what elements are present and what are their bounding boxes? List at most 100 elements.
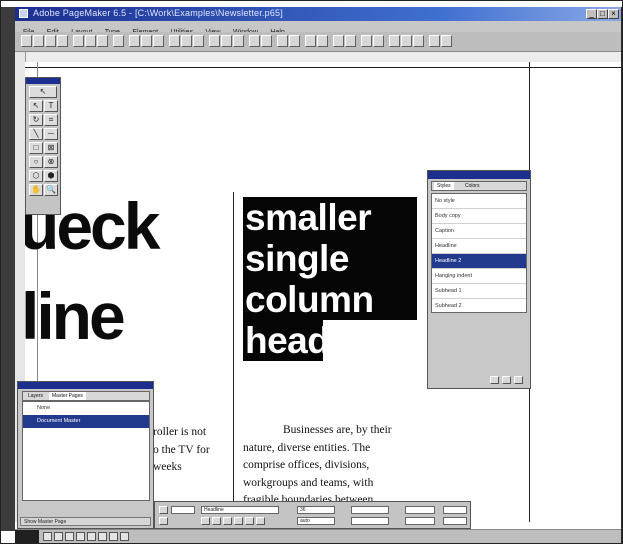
left-body-text[interactable]: roller is not o the TV for weeks <box>153 424 233 477</box>
new-style-button[interactable] <box>490 376 499 384</box>
style-item[interactable]: Subhead 1 <box>432 284 526 299</box>
actual-size-button[interactable] <box>345 35 356 47</box>
page-icon[interactable] <box>54 532 63 541</box>
app-icon[interactable] <box>19 9 28 18</box>
style-item[interactable]: Subhead 2 <box>432 299 526 312</box>
style-item-selected[interactable]: Headline 2 <box>432 254 526 269</box>
tab-colors[interactable]: Colors <box>462 182 482 190</box>
style-item[interactable]: Hanging indent <box>432 269 526 284</box>
pointer-tool-icon[interactable]: ↖ <box>29 86 57 98</box>
tab-layers[interactable]: Layers <box>25 392 46 400</box>
page-icon[interactable] <box>120 532 129 541</box>
underline-button[interactable] <box>153 35 164 47</box>
undo-button[interactable] <box>113 35 124 47</box>
zoom-in-button[interactable] <box>249 35 260 47</box>
master-item[interactable]: None <box>23 402 149 415</box>
frame-button[interactable] <box>361 35 372 47</box>
zoom-out-button[interactable] <box>261 35 272 47</box>
apply-button[interactable] <box>171 506 195 514</box>
ellipse-tool-icon[interactable]: ○ <box>29 156 43 168</box>
polygon-tool-icon[interactable]: ⬡ <box>29 170 43 182</box>
underline-toggle[interactable] <box>223 517 232 525</box>
page-icon[interactable] <box>76 532 85 541</box>
master-item-selected[interactable]: Document Master <box>23 415 149 428</box>
page-icon[interactable] <box>98 532 107 541</box>
styles-palette-title-bar[interactable] <box>428 171 530 179</box>
crop-tool-icon[interactable]: ⌗ <box>44 114 58 126</box>
rotate-tool-icon[interactable]: ↻ <box>29 114 43 126</box>
right-body-text[interactable]: Businesses are, by their nature, diverse… <box>243 422 443 510</box>
small-caps-toggle[interactable] <box>256 517 265 525</box>
master-pages-title-bar[interactable] <box>18 382 153 389</box>
colors-palette-button[interactable] <box>289 35 300 47</box>
character-view-button[interactable] <box>159 506 168 514</box>
style-item[interactable]: Headline <box>432 239 526 254</box>
minimize-button[interactable]: _ <box>586 9 597 19</box>
spell-button[interactable] <box>221 35 232 47</box>
italic-button[interactable] <box>141 35 152 47</box>
style-item[interactable]: Caption <box>432 224 526 239</box>
master-pages-button[interactable] <box>305 35 316 47</box>
page-icon[interactable] <box>109 532 118 541</box>
font-field[interactable]: Headline <box>201 506 279 514</box>
text-tool-icon[interactable]: T <box>44 100 58 112</box>
tab-master-pages[interactable]: Master Pages <box>49 392 86 400</box>
headline-line-2[interactable]: line <box>25 280 126 352</box>
copy-button[interactable] <box>85 35 96 47</box>
print-button[interactable] <box>57 35 68 47</box>
baseline-field[interactable] <box>405 517 435 525</box>
layers-button[interactable] <box>317 35 328 47</box>
paste-button[interactable] <box>97 35 108 47</box>
master-page-icon[interactable] <box>15 530 39 543</box>
title-bar[interactable]: Adobe PageMaker 6.5 - [C:\Work\Examples\… <box>15 7 621 21</box>
open-button[interactable] <box>33 35 44 47</box>
page-icon[interactable] <box>43 532 52 541</box>
master-pages-footer[interactable]: Show Master Page <box>20 517 151 526</box>
align-left-button[interactable] <box>169 35 180 47</box>
help-button[interactable] <box>429 35 440 47</box>
style-options-button[interactable] <box>514 376 523 384</box>
kerning-field[interactable] <box>351 517 389 525</box>
link-button[interactable] <box>401 35 412 47</box>
align-right-button[interactable] <box>193 35 204 47</box>
zoom-tool-icon[interactable]: 🔍 <box>44 184 58 196</box>
tab-styles[interactable]: Styles <box>434 182 454 190</box>
save-button[interactable] <box>45 35 56 47</box>
selected-headline[interactable]: smaller single column head <box>243 197 417 361</box>
cut-button[interactable] <box>73 35 84 47</box>
delete-style-button[interactable] <box>502 376 511 384</box>
constrained-line-tool-icon[interactable]: ─ <box>44 128 58 140</box>
context-help-button[interactable] <box>441 35 452 47</box>
italic-toggle[interactable] <box>212 517 221 525</box>
bold-toggle[interactable] <box>201 517 210 525</box>
fit-window-button[interactable] <box>333 35 344 47</box>
tracking-field[interactable] <box>351 506 389 514</box>
maximize-button[interactable]: □ <box>597 9 608 19</box>
strike-toggle[interactable] <box>245 517 254 525</box>
arrow-tool-icon[interactable]: ↖ <box>29 100 43 112</box>
close-button[interactable]: × <box>608 9 619 19</box>
image-button[interactable] <box>373 35 384 47</box>
find-button[interactable] <box>233 35 244 47</box>
reverse-toggle[interactable] <box>234 517 243 525</box>
rectangle-frame-tool-icon[interactable]: ⊠ <box>44 142 58 154</box>
align-center-button[interactable] <box>181 35 192 47</box>
hand-tool-icon[interactable]: ✋ <box>29 184 43 196</box>
place-button[interactable] <box>209 35 220 47</box>
toolbox-title-bar[interactable] <box>26 78 60 84</box>
line-tool-icon[interactable]: ╲ <box>29 128 43 140</box>
width-field[interactable] <box>405 506 435 514</box>
new-document-button[interactable] <box>21 35 32 47</box>
bold-button[interactable] <box>129 35 140 47</box>
position-field[interactable] <box>443 517 467 525</box>
case-field[interactable] <box>443 506 467 514</box>
style-item[interactable]: No style <box>432 194 526 209</box>
color-swatch-button[interactable] <box>389 35 400 47</box>
page-icon[interactable] <box>87 532 96 541</box>
info-button[interactable] <box>413 35 424 47</box>
ellipse-frame-tool-icon[interactable]: ⊗ <box>44 156 58 168</box>
style-item[interactable]: Body copy <box>432 209 526 224</box>
size-field[interactable]: 36 <box>297 506 335 514</box>
polygon-frame-tool-icon[interactable]: ⬢ <box>44 170 58 182</box>
leading-field[interactable]: auto <box>297 517 335 525</box>
